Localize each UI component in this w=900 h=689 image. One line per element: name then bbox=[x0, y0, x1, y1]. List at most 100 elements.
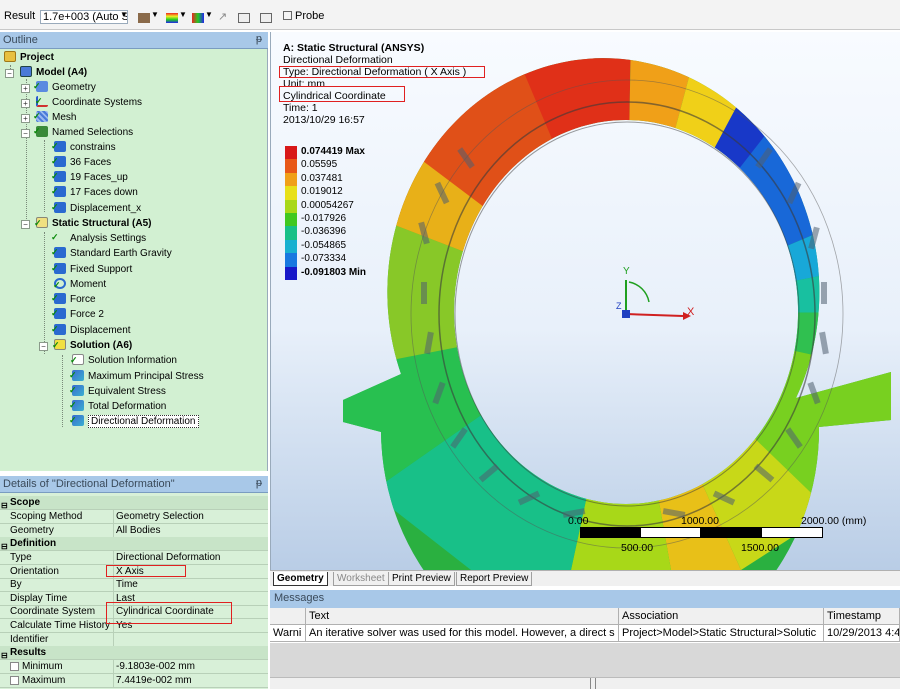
expand-toggle[interactable]: + bbox=[21, 84, 30, 93]
contour-icon[interactable] bbox=[138, 13, 150, 23]
legend-label: 0.05595 bbox=[301, 159, 338, 171]
vector-icon[interactable]: ↗ bbox=[218, 10, 227, 23]
detail-row[interactable]: Scoping Method Geometry Selection bbox=[0, 510, 268, 524]
collapse-toggle[interactable]: − bbox=[21, 129, 30, 138]
detail-row[interactable]: Type Directional Deformation bbox=[0, 551, 268, 565]
tree-node-equivalent-stress[interactable]: Equivalent Stress bbox=[69, 383, 166, 399]
detail-key: Calculate Time History bbox=[10, 620, 111, 631]
result-label: Result bbox=[4, 10, 36, 22]
column-header-association[interactable]: Association bbox=[619, 608, 824, 625]
tree-node-force-2[interactable]: Force 2 bbox=[51, 306, 104, 322]
tree-node-directional-deformation[interactable]: Directional Deformation bbox=[69, 413, 199, 429]
expand-toggle[interactable]: + bbox=[21, 99, 30, 108]
legend-label: 0.019012 bbox=[301, 186, 343, 198]
probe-icon bbox=[283, 11, 292, 20]
tab-print-preview[interactable]: Print Preview bbox=[388, 572, 455, 586]
detail-row[interactable]: Geometry All Bodies bbox=[0, 524, 268, 538]
chevron-down-icon[interactable]: ▼ bbox=[120, 10, 128, 19]
legend-swatch bbox=[285, 199, 297, 213]
tree-node-displacement[interactable]: Displacement bbox=[51, 322, 131, 338]
column-header-timestamp[interactable]: Timestamp bbox=[824, 608, 900, 625]
chevron-down-icon[interactable]: ▼ bbox=[179, 10, 187, 19]
tree-node-label: Force 2 bbox=[70, 309, 104, 320]
tree-node-displacement-x[interactable]: Displacement_x bbox=[51, 200, 141, 216]
tab-geometry[interactable]: Geometry bbox=[273, 572, 328, 586]
checkbox[interactable] bbox=[10, 676, 19, 685]
chevron-down-icon[interactable]: ▼ bbox=[205, 10, 213, 19]
tree-node-fixed-support[interactable]: Fixed Support bbox=[51, 261, 132, 277]
selection-icon bbox=[51, 154, 66, 168]
collapse-toggle[interactable]: − bbox=[39, 342, 48, 351]
scale-segment bbox=[640, 527, 701, 538]
tree-node-geometry[interactable]: Geometry bbox=[33, 79, 96, 95]
horizontal-scrollbar[interactable] bbox=[270, 677, 900, 689]
pin-icon[interactable]: ᵽ bbox=[256, 477, 262, 489]
message-timestamp[interactable]: 10/29/2013 4:4 bbox=[824, 625, 900, 642]
tree-node-total-deformation[interactable]: Total Deformation bbox=[69, 398, 166, 414]
detail-row[interactable]: Minimum -9.1803e-002 mm bbox=[0, 660, 268, 674]
message-association[interactable]: Project>Model>Static Structural>Solutic bbox=[619, 625, 824, 642]
messages-title: Messages bbox=[274, 592, 325, 604]
tree-node-project[interactable]: Project bbox=[4, 51, 54, 65]
tree-node-19-faces-up[interactable]: 19 Faces_up bbox=[51, 169, 128, 185]
tree-node-static-structural[interactable]: Static Structural (A5) bbox=[34, 216, 151, 231]
scale-label-2000: 2000.00 (mm) bbox=[801, 515, 867, 527]
legend-swatch bbox=[285, 213, 297, 227]
legend-icon[interactable] bbox=[166, 13, 178, 23]
detail-value: Directional Deformation bbox=[116, 552, 221, 563]
tree-node-solution[interactable]: Solution (A6) bbox=[52, 338, 132, 353]
detail-row[interactable]: Maximum 7.4419e-002 mm bbox=[0, 674, 268, 688]
message-text[interactable]: An iterative solver was used for this mo… bbox=[306, 625, 619, 642]
tree-node-solution-information[interactable]: Solution Information bbox=[70, 353, 177, 368]
max-icon[interactable] bbox=[238, 13, 250, 23]
tree-node-17-faces-down[interactable]: 17 Faces down bbox=[51, 184, 138, 200]
section-scope[interactable]: ⊟ Scope bbox=[0, 496, 268, 510]
detail-key: Geometry bbox=[10, 525, 54, 536]
detail-row[interactable]: By Time bbox=[0, 578, 268, 592]
static-structural-icon bbox=[34, 216, 48, 230]
tree-node-label: 17 Faces down bbox=[70, 187, 138, 198]
tree-node-label: Directional Deformation bbox=[88, 415, 199, 428]
tree-node-standard-earth-gravity[interactable]: Standard Earth Gravity bbox=[51, 245, 172, 261]
tree-node-maximum-principal-stress[interactable]: Maximum Principal Stress bbox=[69, 368, 204, 384]
tab-worksheet[interactable]: Worksheet bbox=[333, 572, 389, 586]
message-type[interactable]: Warni bbox=[270, 625, 306, 642]
chevron-down-icon[interactable]: ▼ bbox=[151, 10, 159, 19]
legend-label: 0.074419 Max bbox=[301, 146, 365, 157]
tree-node-36-faces[interactable]: 36 Faces bbox=[51, 154, 111, 170]
detail-value: Geometry Selection bbox=[116, 511, 204, 522]
tree-node-coordinate-systems[interactable]: Coordinate Systems bbox=[35, 94, 142, 110]
tree-node-constrains[interactable]: constrains bbox=[51, 139, 116, 155]
tree-node-named-selections[interactable]: Named Selections bbox=[33, 124, 133, 140]
probe-button[interactable]: Probe bbox=[283, 10, 324, 22]
tree-node-analysis-settings[interactable]: Analysis Settings bbox=[51, 230, 146, 246]
edges-icon[interactable] bbox=[192, 13, 204, 23]
min-icon[interactable] bbox=[260, 13, 272, 23]
tree-node-mesh[interactable]: Mesh bbox=[33, 109, 76, 125]
expand-toggle[interactable]: + bbox=[21, 114, 30, 123]
tree-node-model[interactable]: Model (A4) bbox=[20, 66, 87, 80]
scroll-thumb[interactable] bbox=[590, 678, 596, 689]
collapse-toggle[interactable]: − bbox=[21, 220, 30, 229]
detail-value: Time bbox=[116, 579, 138, 590]
tab-report-preview[interactable]: Report Preview bbox=[456, 572, 533, 586]
tree-line bbox=[44, 140, 45, 212]
column-header-type[interactable] bbox=[270, 608, 306, 625]
column-header-text[interactable]: Text bbox=[306, 608, 619, 625]
pin-icon[interactable]: ᵽ bbox=[256, 33, 262, 45]
scale-dropdown[interactable]: 1.7e+003 (Auto S bbox=[40, 10, 128, 24]
tree-node-label: Displacement bbox=[70, 325, 131, 336]
detail-value: All Bodies bbox=[116, 525, 161, 536]
section-results[interactable]: ⊟ Results bbox=[0, 646, 268, 660]
graphics-viewport[interactable]: A: Static Structural (ANSYS) Directional… bbox=[270, 32, 900, 570]
tree-node-moment[interactable]: Moment bbox=[53, 278, 106, 292]
collapse-toggle[interactable]: − bbox=[5, 69, 14, 78]
tree-node-label: Equivalent Stress bbox=[88, 386, 166, 397]
tree-node-force[interactable]: Force bbox=[51, 291, 96, 307]
section-definition[interactable]: ⊟ Definition bbox=[0, 537, 268, 551]
divider bbox=[113, 633, 114, 646]
detail-row[interactable]: Identifier bbox=[0, 633, 268, 647]
y-axis-label: Y bbox=[623, 266, 630, 277]
checkbox[interactable] bbox=[10, 662, 19, 671]
result-icon bbox=[69, 413, 84, 427]
